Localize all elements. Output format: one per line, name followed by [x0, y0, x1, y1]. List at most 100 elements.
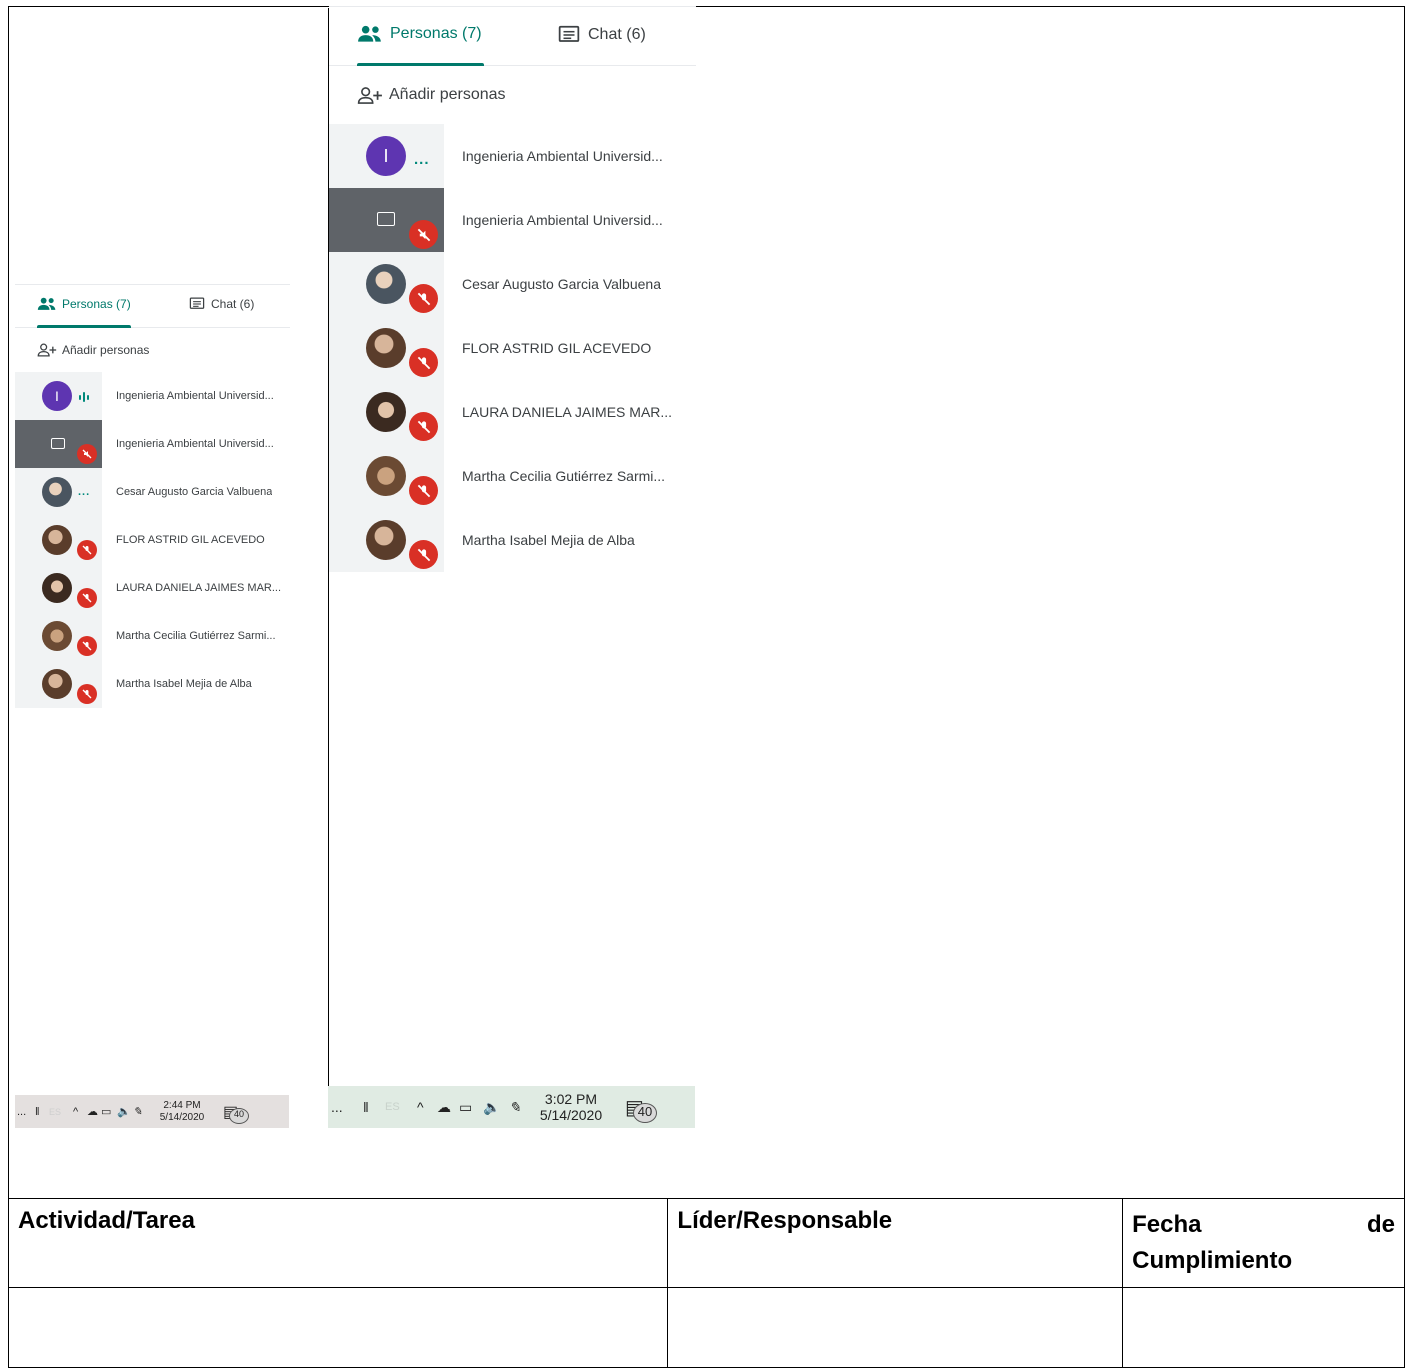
add-people-label: Añadir personas [389, 86, 506, 103]
chevron-up-icon[interactable]: ^ [73, 1106, 87, 1118]
clock-date: 5/14/2020 [539, 1107, 603, 1123]
language-indicator[interactable]: ES [385, 1101, 417, 1113]
participant-row[interactable]: LAURA DANIELA JAIMES MAR... [329, 380, 696, 444]
pause-icon[interactable]: ‖ [35, 1106, 49, 1118]
participant-row[interactable]: Martha Cecilia Gutiérrez Sarmi... [329, 444, 696, 508]
taskbar-overflow[interactable]: ... [331, 1099, 363, 1115]
sync-icon[interactable]: ☁ [87, 1105, 101, 1118]
participant-row[interactable]: I Ingenieria Ambiental Universid... [15, 372, 290, 420]
tab-personas[interactable]: Personas (7) [37, 297, 131, 311]
more-options-icon[interactable]: ... [414, 151, 430, 168]
action-center-icon[interactable]: ▤ 40 [223, 1102, 249, 1124]
participant-row[interactable]: Martha Isabel Mejia de Alba [15, 660, 290, 708]
participant-name: LAURA DANIELA JAIMES MAR... [462, 404, 673, 420]
network-icon[interactable]: ▭ [101, 1105, 117, 1118]
avatar [42, 573, 72, 603]
avatar-cell [15, 564, 102, 612]
more-options-icon[interactable]: ... [78, 486, 90, 498]
speaking-indicator-icon [79, 392, 89, 402]
windows-taskbar-small: ... ‖ ES ^ ☁ ▭ 🔈 ✎ 2:44 PM 5/14/2020 ▤ 4… [15, 1095, 289, 1128]
sync-icon[interactable]: ☁ [437, 1099, 459, 1116]
pen-icon[interactable]: ✎ [133, 1105, 153, 1118]
avatar-cell [15, 516, 102, 564]
people-icon [37, 297, 56, 310]
participant-row[interactable]: Cesar Augusto Garcia Valbuena [329, 252, 696, 316]
table-cell[interactable] [1122, 1287, 1405, 1368]
people-icon [358, 25, 381, 42]
participant-row[interactable]: Martha Isabel Mejia de Alba [329, 508, 696, 572]
clock[interactable]: 3:02 PM 5/14/2020 [535, 1091, 607, 1123]
avatar-cell [329, 188, 444, 252]
network-icon[interactable]: ▭ [459, 1099, 483, 1116]
participant-row[interactable]: LAURA DANIELA JAIMES MAR... [15, 564, 290, 612]
avatar [42, 621, 72, 651]
avatar-cell [329, 444, 444, 508]
pen-icon[interactable]: ✎ [509, 1099, 535, 1116]
table-row [7, 1287, 1405, 1368]
participant-name: Ingenieria Ambiental Universid... [116, 390, 274, 402]
chevron-up-icon[interactable]: ^ [417, 1099, 437, 1115]
avatar-cell: ... [15, 468, 102, 516]
add-person-icon [37, 343, 57, 357]
participant-name: Cesar Augusto Garcia Valbuena [462, 276, 661, 292]
windows-taskbar-large: ... ‖ ES ^ ☁ ▭ 🔈 ✎ 3:02 PM 5/14/2020 ▤ 4… [328, 1086, 695, 1128]
tab-chat-label: Chat (6) [588, 26, 646, 43]
participant-name: Ingenieria Ambiental Universid... [462, 148, 663, 164]
avatar [366, 264, 406, 304]
participant-name: Martha Cecilia Gutiérrez Sarmi... [116, 630, 276, 642]
volume-icon[interactable]: 🔈 [483, 1099, 509, 1116]
avatar [366, 328, 406, 368]
table-cell[interactable] [7, 1287, 669, 1368]
participant-row[interactable]: Ingenieria Ambiental Universid... [15, 420, 290, 468]
tab-personas-label: Personas (7) [62, 297, 131, 311]
active-tab-indicator [357, 63, 484, 66]
panel-tabs: Personas (7) Chat (6) [15, 285, 290, 328]
tab-chat[interactable]: Chat (6) [189, 297, 254, 311]
header-de-word: de [1366, 1211, 1395, 1238]
tab-chat[interactable]: Chat (6) [558, 25, 646, 45]
add-people-button[interactable]: Añadir personas [329, 66, 696, 124]
participant-row[interactable]: Martha Cecilia Gutiérrez Sarmi... [15, 612, 290, 660]
participant-row[interactable]: FLOR ASTRID GIL ACEVEDO [15, 516, 290, 564]
participant-row[interactable]: I ... Ingenieria Ambiental Universid... [329, 124, 696, 188]
avatar [42, 669, 72, 699]
avatar: I [366, 136, 406, 176]
language-indicator[interactable]: ES [49, 1107, 73, 1117]
avatar-cell [329, 380, 444, 444]
table-cell[interactable] [667, 1287, 1124, 1368]
participant-row[interactable]: FLOR ASTRID GIL ACEVEDO [329, 316, 696, 380]
avatar-cell [329, 316, 444, 380]
participant-row[interactable]: Ingenieria Ambiental Universid... [329, 188, 696, 252]
avatar [366, 520, 406, 560]
add-person-icon [357, 86, 382, 104]
clock[interactable]: 2:44 PM 5/14/2020 [153, 1100, 211, 1123]
meet-participants-panel-small: Personas (7) Chat (6) Añadir personas I … [15, 284, 290, 711]
muted-icon [409, 412, 438, 441]
participants-list: I ... Ingenieria Ambiental Universid... … [329, 124, 696, 572]
volume-icon[interactable]: 🔈 [117, 1105, 133, 1118]
add-people-button[interactable]: Añadir personas [15, 328, 290, 372]
participant-name: Martha Isabel Mejia de Alba [462, 532, 635, 548]
participant-name: Cesar Augusto Garcia Valbuena [116, 486, 273, 498]
action-center-icon[interactable]: ▤ 40 [625, 1095, 657, 1123]
tab-personas-label: Personas (7) [390, 25, 482, 42]
header-actividad: Actividad/Tarea [7, 1198, 669, 1288]
avatar [42, 477, 72, 507]
participant-name: FLOR ASTRID GIL ACEVEDO [462, 340, 652, 356]
header-fecha: Fecha de Cumplimiento [1122, 1198, 1405, 1288]
participant-name: Ingenieria Ambiental Universid... [462, 212, 663, 228]
participant-row[interactable]: ... Cesar Augusto Garcia Valbuena [15, 468, 290, 516]
pause-icon[interactable]: ‖ [363, 1099, 385, 1115]
tab-personas[interactable]: Personas (7) [357, 25, 482, 43]
presenting-icon [377, 212, 395, 226]
meet-participants-panel-large: Personas (7) Chat (6) Añadir personas I … [329, 6, 696, 577]
avatar-cell: I [15, 372, 102, 420]
avatar-cell [15, 612, 102, 660]
participants-list: I Ingenieria Ambiental Universid... Inge… [15, 372, 290, 708]
avatar: I [42, 381, 72, 411]
chat-icon [189, 297, 205, 309]
table-header-row: Actividad/Tarea Líder/Responsable Fecha … [7, 1198, 1405, 1288]
taskbar-overflow[interactable]: ... [17, 1106, 35, 1118]
muted-icon [409, 348, 438, 377]
avatar [42, 525, 72, 555]
